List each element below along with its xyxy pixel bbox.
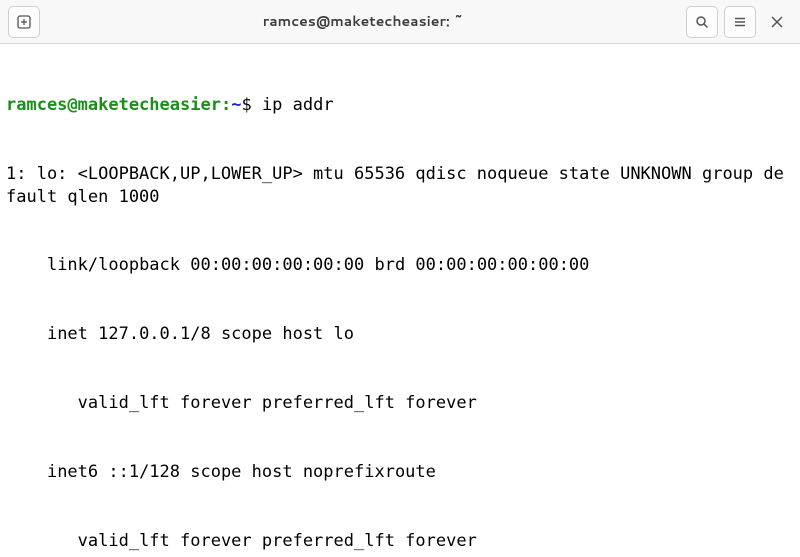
command-text: ip addr [262, 95, 334, 115]
new-tab-button[interactable] [8, 6, 40, 38]
new-tab-icon [17, 15, 31, 29]
prompt-user: ramces@maketecheasier [6, 95, 221, 115]
window-title: ramces@maketecheasier: ~ [40, 12, 686, 31]
output-line: 1: lo: <LOOPBACK,UP,LOWER_UP> mtu 65536 … [6, 163, 794, 209]
menu-button[interactable] [724, 6, 756, 38]
hamburger-menu-icon [733, 15, 747, 29]
prompt-path: ~ [231, 95, 241, 115]
prompt-sep: : [221, 95, 231, 115]
prompt-symbol: $ [241, 95, 251, 115]
close-button[interactable] [762, 7, 792, 37]
titlebar: ramces@maketecheasier: ~ [0, 0, 800, 44]
prompt-line: ramces@maketecheasier:~$ ip addr [6, 94, 794, 117]
search-button[interactable] [686, 6, 718, 38]
output-line: inet6 ::1/128 scope host noprefixroute [6, 461, 794, 484]
output-line: valid_lft forever preferred_lft forever [6, 392, 794, 415]
output-line: link/loopback 00:00:00:00:00:00 brd 00:0… [6, 254, 794, 277]
output-line: valid_lft forever preferred_lft forever [6, 530, 794, 553]
terminal-output[interactable]: ramces@maketecheasier:~$ ip addr 1: lo: … [0, 44, 800, 557]
search-icon [695, 15, 709, 29]
close-icon [771, 16, 783, 28]
output-line: inet 127.0.0.1/8 scope host lo [6, 323, 794, 346]
